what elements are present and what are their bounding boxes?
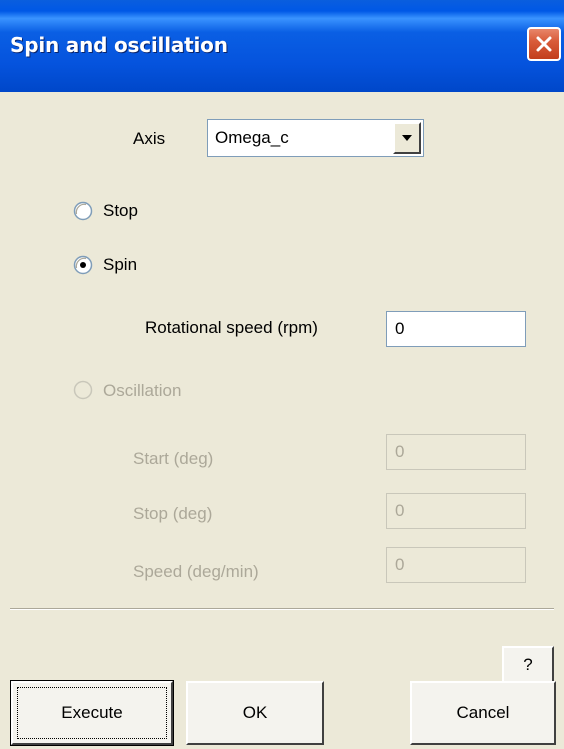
- speed-deg-label: Speed (deg/min): [133, 562, 259, 581]
- oscillation-radio-label: Oscillation: [103, 381, 182, 400]
- rotational-speed-label: Rotational speed (rpm): [145, 318, 318, 337]
- cancel-button[interactable]: Cancel: [410, 681, 556, 745]
- dialog-title: Spin and oscillation: [10, 33, 228, 57]
- title-bar: Spin and oscillation: [0, 0, 564, 92]
- ok-button-label: OK: [242, 703, 268, 722]
- spin-radio[interactable]: [73, 255, 93, 275]
- cancel-button-label: Cancel: [456, 703, 510, 722]
- axis-label: Axis: [133, 129, 166, 148]
- start-deg-input[interactable]: 0: [386, 434, 526, 470]
- axis-selected-value: Omega_c: [215, 128, 289, 147]
- chevron-down-icon: [402, 135, 412, 141]
- stop-deg-input[interactable]: 0: [386, 493, 526, 529]
- axis-dropdown[interactable]: Omega_c: [207, 119, 424, 157]
- rotational-speed-input[interactable]: 0: [386, 311, 526, 347]
- help-button-label: ?: [523, 655, 533, 674]
- speed-deg-input[interactable]: 0: [386, 547, 526, 583]
- focus-rectangle: [17, 687, 167, 739]
- spin-oscillation-dialog: Spin and oscillation Axis Omega_c Stop S…: [0, 0, 564, 749]
- ok-button[interactable]: OK: [186, 681, 324, 745]
- stop-radio-label[interactable]: Stop: [103, 201, 138, 221]
- oscillation-radio[interactable]: [73, 380, 93, 400]
- close-button[interactable]: [527, 27, 561, 61]
- close-icon: [536, 36, 552, 52]
- separator: [10, 608, 554, 610]
- spin-radio-label[interactable]: Spin: [103, 255, 137, 275]
- stop-deg-label: Stop (deg): [133, 504, 213, 523]
- execute-button[interactable]: Execute: [10, 680, 174, 746]
- start-deg-label: Start (deg): [133, 449, 214, 468]
- stop-radio[interactable]: [73, 201, 93, 221]
- help-button[interactable]: ?: [502, 646, 554, 684]
- dropdown-arrow-button[interactable]: [393, 122, 421, 154]
